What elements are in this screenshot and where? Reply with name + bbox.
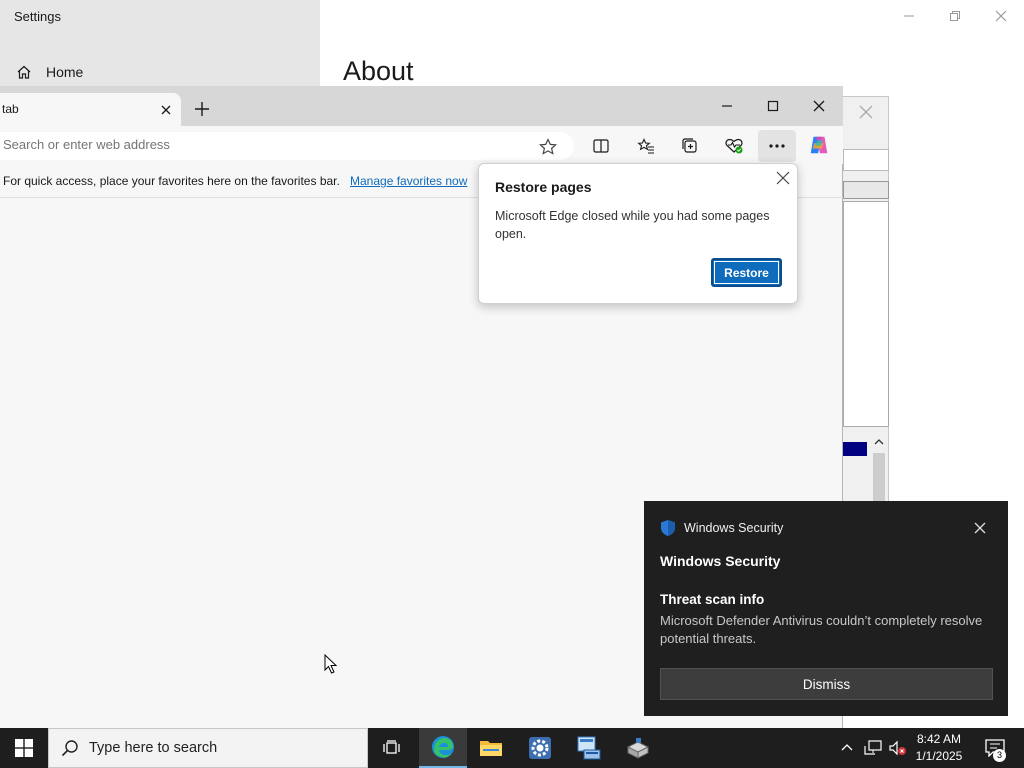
notification-body: Microsoft Defender Antivirus couldn’t co… xyxy=(660,613,983,646)
dismiss-button[interactable]: Dismiss xyxy=(660,668,993,700)
dialog-list xyxy=(843,201,889,427)
copilot-icon[interactable] xyxy=(808,134,830,156)
taskbar-search-box[interactable]: Type here to search xyxy=(48,728,368,768)
search-icon xyxy=(61,740,78,757)
close-icon[interactable] xyxy=(775,170,791,186)
clock-date: 1/1/2025 xyxy=(915,749,963,763)
browser-essentials-icon[interactable] xyxy=(723,135,745,157)
task-view-button[interactable] xyxy=(368,728,416,768)
start-button[interactable] xyxy=(0,728,48,768)
shield-icon xyxy=(661,520,675,536)
address-bar[interactable] xyxy=(0,132,574,160)
restore-window-icon xyxy=(950,11,960,21)
close-icon[interactable] xyxy=(859,105,873,119)
close-icon xyxy=(813,100,825,112)
restore-popup-body: Microsoft Edge closed while you had some… xyxy=(495,209,770,241)
volume-muted-icon[interactable] xyxy=(888,740,908,756)
dialog-selection-bar xyxy=(843,442,867,456)
settings-page-heading: About xyxy=(343,56,414,86)
security-notification: Windows Security Windows Security Threat… xyxy=(644,501,1008,716)
edge-maximize-button[interactable] xyxy=(763,96,783,116)
dialog-field xyxy=(843,149,889,171)
settings-and-more-button[interactable] xyxy=(758,130,796,162)
folder-icon xyxy=(480,741,502,756)
restore-pages-popup: Restore pages Microsoft Edge closed whil… xyxy=(478,163,798,304)
gear-icon xyxy=(529,737,551,759)
close-icon[interactable] xyxy=(158,102,174,118)
settings-close-button[interactable] xyxy=(978,4,1024,28)
close-icon xyxy=(995,10,1007,22)
settings-home-label: Home xyxy=(46,64,84,80)
network-icon[interactable] xyxy=(864,740,882,756)
edge-toolbar xyxy=(0,126,843,164)
taskbar-file-explorer[interactable] xyxy=(467,728,515,768)
taskbar-edge[interactable] xyxy=(419,728,467,768)
settings-restore-button[interactable] xyxy=(932,4,978,28)
settings-title: Settings xyxy=(14,9,61,24)
close-icon[interactable] xyxy=(972,520,988,536)
dialog-field xyxy=(843,181,889,199)
home-icon xyxy=(17,65,31,79)
star-icon[interactable] xyxy=(538,137,558,157)
notification-app-name: Windows Security xyxy=(684,521,784,535)
edge-tab-bar: tab xyxy=(0,86,843,126)
taskbar-app-window[interactable] xyxy=(565,728,613,768)
task-view-icon xyxy=(383,740,400,754)
search-placeholder: Type here to search xyxy=(89,740,218,756)
split-screen-icon[interactable] xyxy=(590,135,612,157)
taskbar-clock[interactable]: 8:42 AM 1/1/2025 xyxy=(907,731,971,765)
edge-tab[interactable]: tab xyxy=(0,93,181,126)
chevron-up-icon[interactable] xyxy=(840,741,854,755)
restore-button[interactable]: Restore xyxy=(711,258,782,287)
manage-favorites-link[interactable]: Manage favorites now xyxy=(350,174,467,188)
action-center-button[interactable] xyxy=(980,728,1010,768)
installer-icon xyxy=(626,738,650,759)
minimize-icon xyxy=(904,15,914,17)
edge-icon xyxy=(432,736,454,758)
clock-time: 8:42 AM xyxy=(916,732,962,746)
computer-icon xyxy=(577,736,601,760)
taskbar-settings[interactable] xyxy=(516,728,564,768)
system-tray xyxy=(838,728,908,768)
minimize-icon xyxy=(722,105,732,107)
windows-logo-icon xyxy=(15,739,33,757)
taskbar: Type here to search 8:42 AM 1/1/2025 3 xyxy=(0,728,1024,768)
notification-subheading: Threat scan info xyxy=(660,592,765,607)
collections-icon[interactable] xyxy=(679,135,701,157)
settings-home-item[interactable]: Home xyxy=(16,64,83,80)
scrollbar-thumb[interactable] xyxy=(873,453,885,503)
edge-tab-title: tab xyxy=(2,102,19,116)
restore-popup-title: Restore pages xyxy=(495,179,592,195)
notification-count-badge: 3 xyxy=(993,749,1006,762)
more-icon xyxy=(769,144,785,148)
mouse-cursor-icon xyxy=(324,654,338,674)
edge-close-button[interactable] xyxy=(809,96,829,116)
chevron-up-icon[interactable] xyxy=(871,435,887,449)
settings-minimize-button[interactable] xyxy=(886,4,932,28)
favorites-bar-text: For quick access, place your favorites h… xyxy=(3,174,340,188)
edge-minimize-button[interactable] xyxy=(717,96,737,116)
address-input[interactable] xyxy=(3,137,523,152)
dialog-scrollbar[interactable] xyxy=(871,435,887,505)
maximize-icon xyxy=(767,100,779,112)
new-tab-icon[interactable] xyxy=(192,99,212,119)
favorites-icon[interactable] xyxy=(635,135,657,157)
taskbar-setup-app[interactable] xyxy=(614,728,662,768)
notification-heading: Windows Security xyxy=(660,553,781,569)
